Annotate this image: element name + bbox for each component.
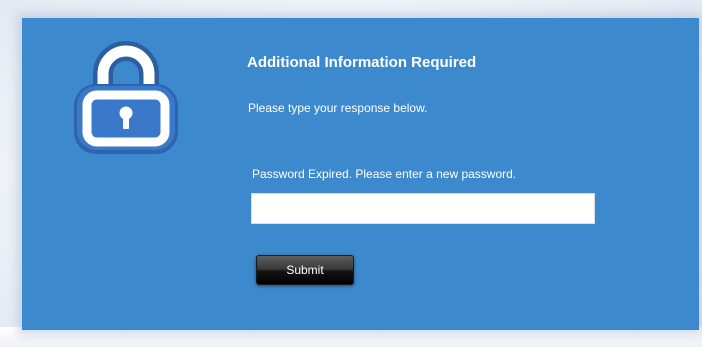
lock-icon — [74, 41, 178, 154]
password-field-label: Password Expired. Please enter a new pas… — [252, 167, 517, 181]
dialog-title: Additional Information Required — [247, 54, 477, 71]
dialog-subtitle: Please type your response below. — [248, 101, 428, 115]
new-password-input[interactable] — [251, 193, 595, 224]
submit-button[interactable]: Submit — [256, 255, 354, 285]
additional-info-dialog: Additional Information Required Please t… — [22, 18, 699, 330]
page-backdrop — [0, 327, 702, 347]
